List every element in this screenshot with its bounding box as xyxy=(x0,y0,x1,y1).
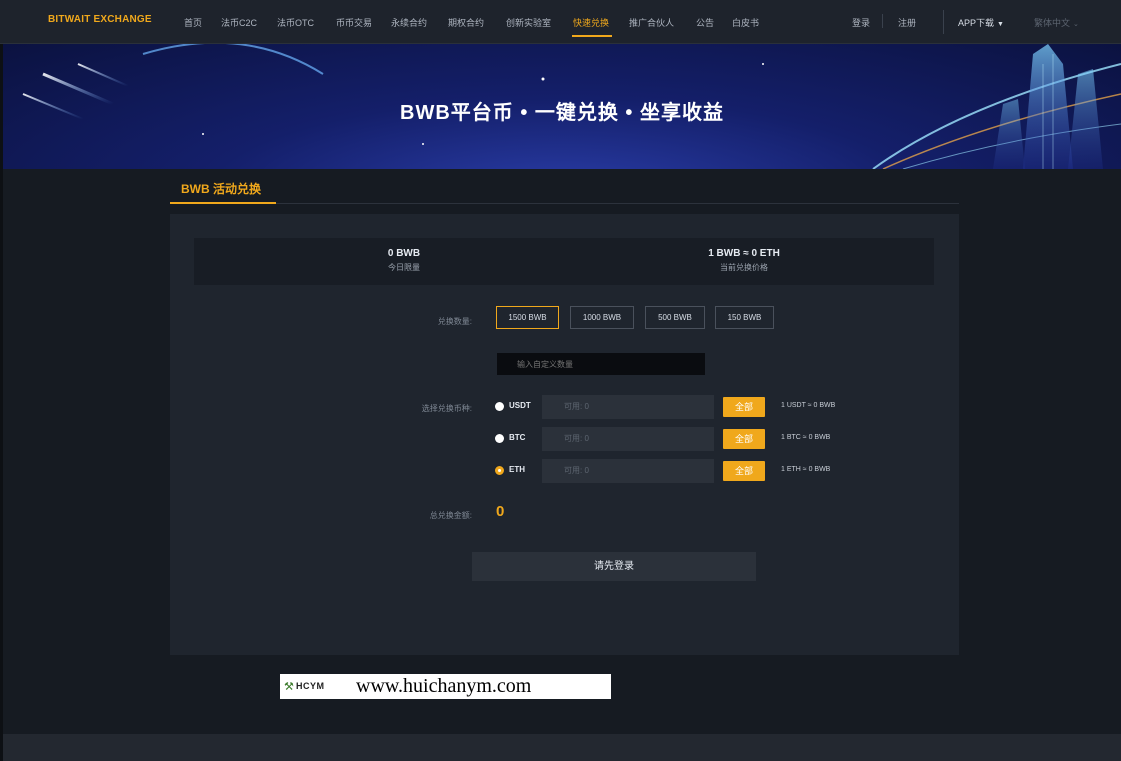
all-eth-button[interactable]: 全部 xyxy=(723,461,765,481)
coin-name-eth: ETH xyxy=(509,465,525,474)
coin-name-usdt: USDT xyxy=(509,401,531,410)
amount-option-500[interactable]: 500 BWB xyxy=(645,306,705,329)
nav-item-otc[interactable]: 法币OTC xyxy=(277,16,314,29)
stats-bar: 0 BWB 今日限量 1 BWB ≈ 0 ETH 当前兑换价格 xyxy=(194,238,934,285)
nav-item-options[interactable]: 期权合约 xyxy=(448,16,484,29)
rate-btc: 1 BTC ≈ 0 BWB xyxy=(781,434,831,441)
daily-limit-value: 0 BWB xyxy=(387,248,421,259)
language-menu[interactable]: 繁体中文 ⌄ xyxy=(1034,16,1079,29)
all-usdt-button[interactable]: 全部 xyxy=(723,397,765,417)
nav-item-spot-trading[interactable]: 币币交易 xyxy=(336,16,372,29)
total-amount-label: 总兑换金额: xyxy=(429,511,472,520)
shovel-icon: ⚒ xyxy=(284,681,294,693)
tab-bwb-exchange[interactable]: BWB 活动兑换 xyxy=(181,180,261,197)
daily-limit-stat: 0 BWB 今日限量 xyxy=(344,248,464,273)
nav-item-c2c[interactable]: 法币C2C xyxy=(221,16,257,29)
radio-btc[interactable] xyxy=(495,434,504,443)
amount-label: 兑换数量: xyxy=(437,317,472,326)
nav-item-announcements[interactable]: 公告 xyxy=(696,16,714,29)
nav-divider xyxy=(882,14,883,28)
price-label: 当前兑换价格 xyxy=(720,263,768,272)
nav-item-quick-exchange[interactable]: 快速兑换 xyxy=(573,16,609,29)
tab-divider xyxy=(170,203,959,204)
nav-item-whitepaper[interactable]: 白皮书 xyxy=(732,16,759,29)
daily-limit-label: 今日限量 xyxy=(388,263,420,272)
available-btc-field[interactable]: 可用: 0 xyxy=(542,427,714,451)
rate-usdt: 1 USDT ≈ 0 BWB xyxy=(781,402,836,409)
price-value: 1 BWB ≈ 0 ETH xyxy=(708,248,780,259)
caret-down-icon: ▼ xyxy=(997,21,1004,28)
amount-option-1000[interactable]: 1000 BWB xyxy=(570,306,634,329)
login-first-button[interactable]: 请先登录 xyxy=(472,552,756,581)
total-amount-value: 0 xyxy=(496,503,505,520)
available-eth-field[interactable]: 可用: 0 xyxy=(542,459,714,483)
coin-select-label: 选择兑换币种: xyxy=(421,404,472,413)
nav-active-indicator xyxy=(572,35,612,37)
exchange-panel: 0 BWB 今日限量 1 BWB ≈ 0 ETH 当前兑换价格 兑换数量: 15… xyxy=(170,214,959,655)
watermark: ⚒ HCYM www.huichanym.com xyxy=(280,674,611,699)
app-download-menu[interactable]: APP下载 ▼ xyxy=(958,16,1004,29)
all-btc-button[interactable]: 全部 xyxy=(723,429,765,449)
promo-banner: BWB平台币 • 一键兑换 • 坐享收益 xyxy=(3,44,1121,169)
language-label: 繁体中文 xyxy=(1034,18,1071,28)
chevron-down-icon: ⌄ xyxy=(1073,21,1079,28)
watermark-url: www.huichanym.com xyxy=(356,675,532,697)
radio-eth[interactable] xyxy=(495,466,504,475)
logo[interactable]: BITWAIT EXCHANGE xyxy=(48,14,152,25)
nav-item-partner[interactable]: 推广合伙人 xyxy=(629,16,674,29)
nav-item-innovation-lab[interactable]: 创新实验室 xyxy=(506,16,551,29)
radio-usdt[interactable] xyxy=(495,402,504,411)
tab-active-indicator xyxy=(170,202,276,204)
footer xyxy=(3,734,1121,761)
nav-item-perpetual[interactable]: 永续合约 xyxy=(391,16,427,29)
top-nav: BITWAIT EXCHANGE 首页 法币C2C 法币OTC 币币交易 永续合… xyxy=(0,0,1121,44)
price-stat: 1 BWB ≈ 0 ETH 当前兑换价格 xyxy=(684,248,804,273)
watermark-brand: HCYM xyxy=(296,681,325,691)
nav-item-home[interactable]: 首页 xyxy=(184,16,202,29)
register-link[interactable]: 注册 xyxy=(898,16,916,29)
app-download-label: APP下载 xyxy=(958,18,995,28)
amount-option-150[interactable]: 150 BWB xyxy=(715,306,774,329)
amount-option-1500[interactable]: 1500 BWB xyxy=(496,306,559,329)
login-link[interactable]: 登录 xyxy=(852,16,870,29)
rate-eth: 1 ETH ≈ 0 BWB xyxy=(781,466,831,473)
custom-amount-input[interactable] xyxy=(497,353,705,375)
banner-title: BWB平台币 • 一键兑换 • 坐享收益 xyxy=(400,102,724,124)
available-usdt-field[interactable]: 可用: 0 xyxy=(542,395,714,419)
nav-divider xyxy=(943,10,944,34)
coin-name-btc: BTC xyxy=(509,433,526,442)
